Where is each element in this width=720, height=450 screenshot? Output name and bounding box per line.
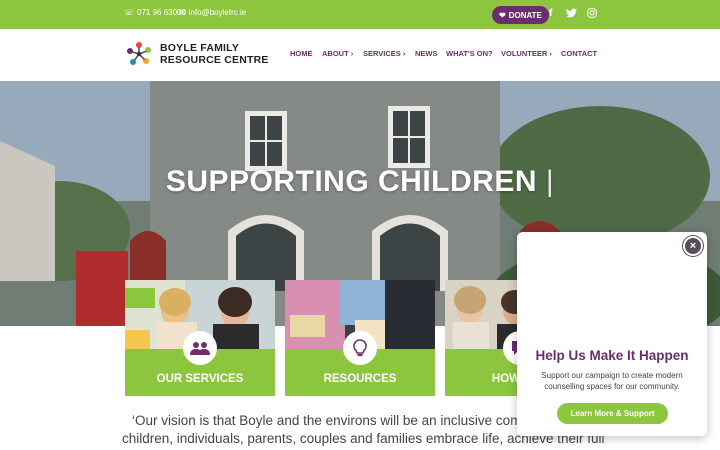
card-our-services[interactable]: OUR SERVICES: [125, 280, 275, 396]
hero-title-text: SUPPORTING CHILDREN: [165, 165, 538, 198]
brand-line-1: BOYLE FAMILY: [160, 42, 240, 54]
heart-icon: ❤: [499, 10, 506, 20]
card-badge: [343, 331, 377, 365]
people-icon: [190, 342, 210, 355]
nav-news[interactable]: NEWS: [415, 49, 438, 58]
lightbulb-icon: [353, 339, 367, 356]
site-header: BOYLE FAMILY RESOURCE CENTRE HOME ABOUT …: [0, 29, 720, 81]
email-icon: ✉: [179, 7, 186, 17]
twitter-icon[interactable]: [566, 8, 577, 22]
phone-contact[interactable]: ☏ 071 96 63000: [124, 8, 186, 17]
card-label: RESOURCES: [323, 373, 397, 385]
donation-popup: × Help Us Make It Happen Support our cam…: [517, 232, 707, 436]
donate-button[interactable]: ❤ DONATE: [492, 6, 549, 24]
hero-title: SUPPORTING CHILDREN |: [0, 165, 720, 199]
popup-text: Support our campaign to create modern co…: [541, 371, 683, 391]
instagram-icon[interactable]: [587, 8, 597, 22]
top-bar: ☏ 071 96 63000 ✉ info@boylefrc.ie ❤ DONA…: [0, 0, 720, 29]
facebook-icon[interactable]: f: [549, 8, 552, 20]
popup-title: Help Us Make It Happen: [535, 348, 689, 363]
nav-about[interactable]: ABOUT ›: [322, 49, 353, 58]
nav-contact[interactable]: CONTACT: [561, 49, 597, 58]
typing-caret: |: [545, 165, 555, 198]
logo-icon[interactable]: [124, 39, 154, 69]
learn-more-support-button[interactable]: Learn More & Support: [557, 403, 668, 424]
donate-label: DONATE: [508, 10, 542, 20]
nav-whats-on[interactable]: WHAT'S ON?: [446, 49, 493, 58]
card-label: OUR SERVICES: [156, 373, 244, 385]
brand-line-2: RESOURCE CENTRE: [160, 54, 269, 66]
email-contact[interactable]: ✉ info@boylefrc.ie: [179, 8, 246, 17]
site-logo-text[interactable]: BOYLE FAMILY RESOURCE CENTRE: [160, 42, 269, 66]
close-icon[interactable]: ×: [683, 236, 703, 256]
card-resources[interactable]: RESOURCES: [285, 280, 435, 396]
email-address[interactable]: info@boylefrc.ie: [189, 8, 246, 17]
nav-home[interactable]: HOME: [290, 49, 313, 58]
nav-services[interactable]: SERVICES ›: [363, 49, 405, 58]
phone-icon: ☏: [124, 7, 135, 17]
card-badge: [183, 331, 217, 365]
nav-volunteer[interactable]: VOLUNTEER ›: [501, 49, 552, 58]
